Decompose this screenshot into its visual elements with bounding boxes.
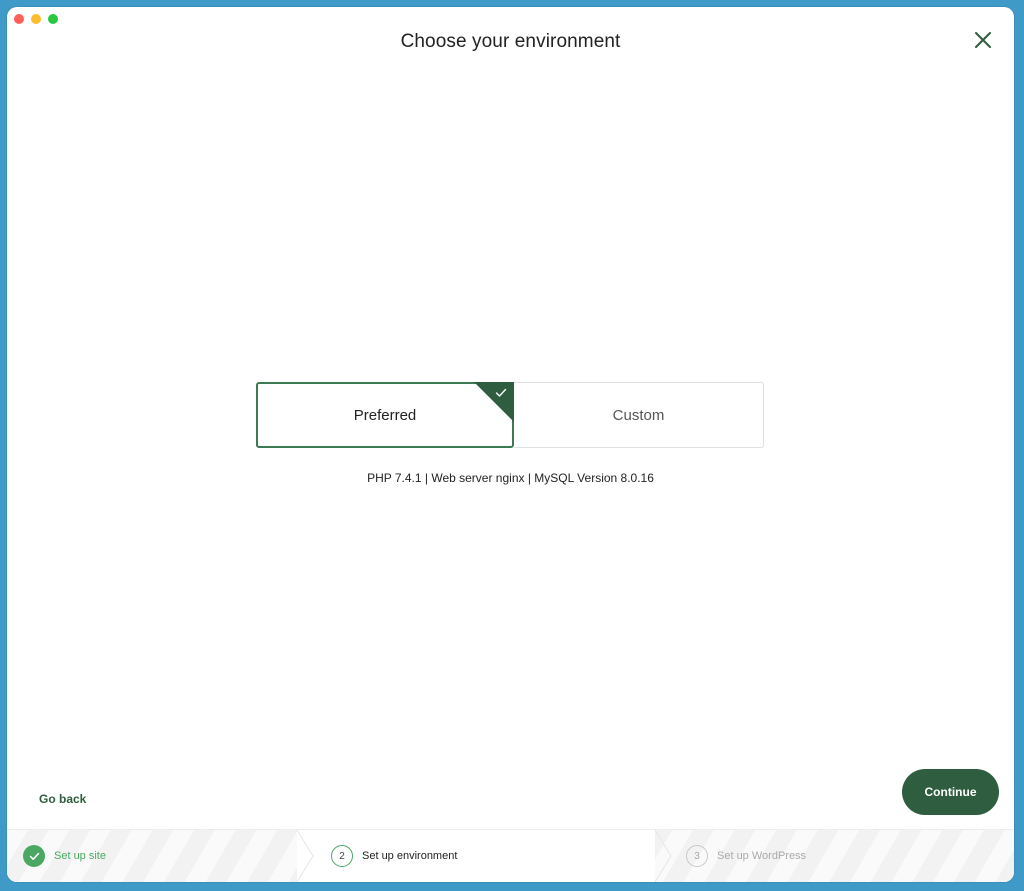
window-zoom-dot[interactable] [48, 14, 58, 24]
checkmark-icon [29, 852, 39, 860]
step-divider-chevron [296, 830, 314, 882]
option-preferred[interactable]: Preferred [256, 382, 514, 448]
step-complete-circle [23, 845, 45, 867]
page-title: Choose your environment [400, 31, 621, 52]
progress-steps: Set up site 2 Set up environment 3 Set u… [7, 829, 1014, 882]
option-custom-label: Custom [612, 406, 665, 424]
continue-button[interactable]: Continue [902, 769, 999, 815]
step-label: Set up WordPress [717, 850, 807, 862]
step-set-up-site: Set up site [23, 830, 106, 882]
window-minimize-dot[interactable] [31, 14, 41, 24]
go-back-link[interactable]: Go back [39, 792, 86, 806]
step-set-up-environment: 2 Set up environment [331, 830, 457, 882]
step-label: Set up environment [362, 850, 458, 862]
step-label: Set up site [54, 850, 106, 862]
app-window: Choose your environment Preferred Custom… [7, 7, 1014, 882]
step-number-circle: 2 [331, 845, 353, 867]
selected-check-badge [474, 382, 514, 422]
option-custom[interactable]: Custom [514, 382, 764, 448]
step-divider-chevron [654, 830, 672, 882]
checkmark-icon [495, 388, 507, 397]
close-button[interactable] [972, 29, 994, 51]
window-controls [14, 14, 58, 24]
step-number-circle: 3 [686, 845, 708, 867]
close-icon [975, 32, 991, 48]
step-set-up-wordpress: 3 Set up WordPress [686, 830, 806, 882]
environment-details: PHP 7.4.1 | Web server nginx | MySQL Ver… [367, 471, 654, 485]
environment-options: Preferred Custom [256, 382, 764, 448]
window-close-dot[interactable] [14, 14, 24, 24]
option-preferred-label: Preferred [353, 406, 417, 424]
